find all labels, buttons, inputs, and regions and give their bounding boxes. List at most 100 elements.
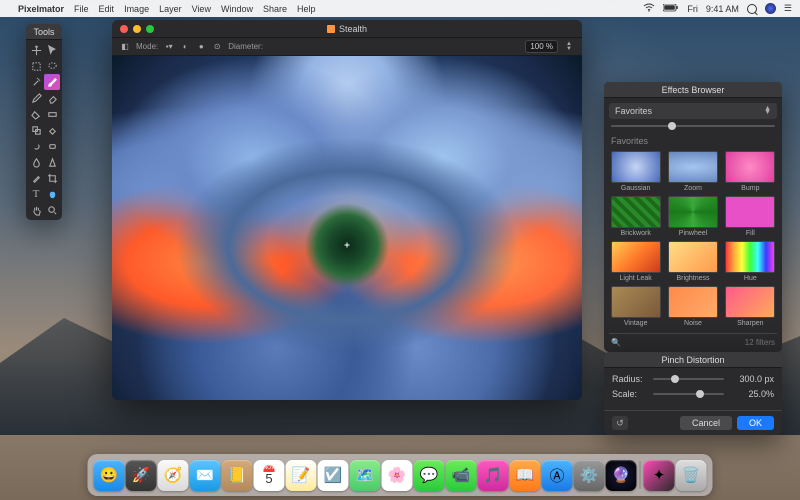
selection-tool[interactable] (44, 42, 60, 58)
eyedropper-tool[interactable] (28, 170, 44, 186)
zoom-tool[interactable] (44, 202, 60, 218)
eraser-tool[interactable] (44, 90, 60, 106)
menu-share[interactable]: Share (263, 4, 287, 14)
window-close-button[interactable] (120, 25, 128, 33)
effect-thumb-light-leak[interactable]: Light Leak (609, 241, 662, 282)
dock-facetime-icon[interactable]: 📹 (446, 460, 477, 491)
effect-thumb-gaussian[interactable]: Gaussian (609, 151, 662, 192)
smudge-tool[interactable] (28, 138, 44, 154)
effects-section-label: Favorites (609, 133, 777, 149)
notification-center-icon[interactable]: ☰ (784, 3, 792, 14)
crop-tool[interactable] (44, 170, 60, 186)
effect-thumb-sharpen[interactable]: Sharpen (724, 286, 777, 327)
toolbar-mode-icon[interactable]: ◧ (120, 42, 130, 52)
zoom-field[interactable]: 100 % (525, 40, 558, 53)
effect-thumb-brickwork[interactable]: Brickwork (609, 196, 662, 237)
dock-photos-icon[interactable]: 🌸 (382, 460, 413, 491)
menu-file[interactable]: File (74, 4, 89, 14)
dock-maps-icon[interactable]: 🗺️ (350, 460, 381, 491)
effect-thumb-vintage[interactable]: Vintage (609, 286, 662, 327)
effect-thumb-noise[interactable]: Noise (666, 286, 719, 327)
document-proxy-icon[interactable] (327, 25, 335, 33)
effect-center-crosshair[interactable] (345, 243, 350, 248)
sharpen-tool[interactable] (44, 154, 60, 170)
marquee-tool[interactable] (28, 58, 44, 74)
menu-view[interactable]: View (192, 4, 211, 14)
blur-tool[interactable] (28, 154, 44, 170)
effect-thumb-bump[interactable]: Bump (724, 151, 777, 192)
wifi-icon[interactable] (643, 3, 655, 14)
reset-button[interactable]: ↺ (612, 416, 628, 430)
fill-tool[interactable] (28, 106, 44, 122)
dock-ibooks-icon[interactable]: 📖 (510, 460, 541, 491)
siri-icon[interactable] (765, 3, 776, 14)
effect-label: Noise (684, 320, 702, 327)
dock-preferences-icon[interactable]: ⚙️ (574, 460, 605, 491)
dock-separator (640, 461, 641, 489)
dock-mail-icon[interactable]: ✉️ (190, 460, 221, 491)
dock-appstore-icon[interactable]: Ⓐ (542, 460, 573, 491)
brush-tool[interactable] (44, 74, 60, 90)
cancel-button[interactable]: Cancel (680, 416, 732, 430)
menu-window[interactable]: Window (221, 4, 253, 14)
move-tool[interactable] (28, 42, 44, 58)
window-minimize-button[interactable] (133, 25, 141, 33)
wand-tool[interactable] (28, 74, 44, 90)
menubar: Pixelmator File Edit Image Layer View Wi… (0, 0, 800, 17)
effect-thumb-hue[interactable]: Hue (724, 241, 777, 282)
lasso-tool[interactable] (44, 58, 60, 74)
dock-finder-icon[interactable]: 😀 (94, 460, 125, 491)
canvas-toolbar: ◧ Mode: ▪▾ ◐ ● ⊙ Diameter: 100 % ▲▼ (112, 38, 582, 56)
menu-layer[interactable]: Layer (159, 4, 182, 14)
dock-trash-icon[interactable]: 🗑️ (676, 460, 707, 491)
dock-contacts-icon[interactable]: 📒 (222, 460, 253, 491)
ok-button[interactable]: OK (737, 416, 774, 430)
menu-help[interactable]: Help (297, 4, 316, 14)
effect-thumb-brightness[interactable]: Brightness (666, 241, 719, 282)
dock-launchpad-icon[interactable]: 🚀 (126, 460, 157, 491)
window-zoom-button[interactable] (146, 25, 154, 33)
scale-slider[interactable] (653, 393, 724, 395)
document-titlebar[interactable]: Stealth (112, 20, 582, 38)
menubar-day[interactable]: Fri (687, 4, 698, 14)
toolbar-brush-shape-icon[interactable]: ● (196, 42, 206, 52)
dock-itunes-icon[interactable]: 🎵 (478, 460, 509, 491)
dock-calendar-icon[interactable]: NOV5 (254, 460, 285, 491)
zoom-stepper-icon[interactable]: ▲▼ (564, 42, 574, 52)
dock-messages-icon[interactable]: 💬 (414, 460, 445, 491)
dock-pixelmator-icon[interactable]: ✦ (644, 460, 675, 491)
dock-reminders-icon[interactable]: ☑️ (318, 460, 349, 491)
heal-tool[interactable] (44, 122, 60, 138)
scale-value[interactable]: 25.0% (730, 389, 774, 399)
blend-mode-dropdown[interactable]: ▪▾ (164, 42, 174, 52)
canvas[interactable] (112, 56, 582, 400)
effect-preview (725, 151, 775, 183)
effects-category-dropdown[interactable]: Favorites ▲▼ (609, 103, 777, 119)
menu-edit[interactable]: Edit (99, 4, 115, 14)
dock-safari-icon[interactable]: 🧭 (158, 460, 189, 491)
effect-thumb-zoom[interactable]: Zoom (666, 151, 719, 192)
hand-tool[interactable] (28, 202, 44, 218)
radius-slider[interactable] (653, 378, 724, 380)
effect-thumb-fill[interactable]: Fill (724, 196, 777, 237)
dock-siri-icon[interactable]: 🔮 (606, 460, 637, 491)
clone-tool[interactable] (28, 122, 44, 138)
menubar-time[interactable]: 9:41 AM (706, 4, 739, 14)
app-menu[interactable]: Pixelmator (18, 4, 64, 14)
dock-notes-icon[interactable]: 📝 (286, 460, 317, 491)
battery-icon[interactable] (663, 4, 679, 14)
pencil-tool[interactable] (28, 90, 44, 106)
radius-value[interactable]: 300.0 px (730, 374, 774, 384)
effects-preview-slider[interactable] (611, 125, 775, 127)
menu-image[interactable]: Image (124, 4, 149, 14)
spotlight-icon[interactable] (747, 4, 757, 14)
shape-tool[interactable] (44, 186, 60, 202)
type-tool[interactable]: T (28, 186, 44, 202)
toolbar-brush-settings-icon[interactable]: ⊙ (212, 42, 222, 52)
gradient-tool[interactable] (44, 106, 60, 122)
effect-preview (725, 286, 775, 318)
effect-thumb-pinwheel[interactable]: Pinwheel (666, 196, 719, 237)
effects-filter-count: 12 filters (745, 338, 775, 347)
toolbar-opacity-icon[interactable]: ◐ (180, 42, 190, 52)
sponge-tool[interactable] (44, 138, 60, 154)
